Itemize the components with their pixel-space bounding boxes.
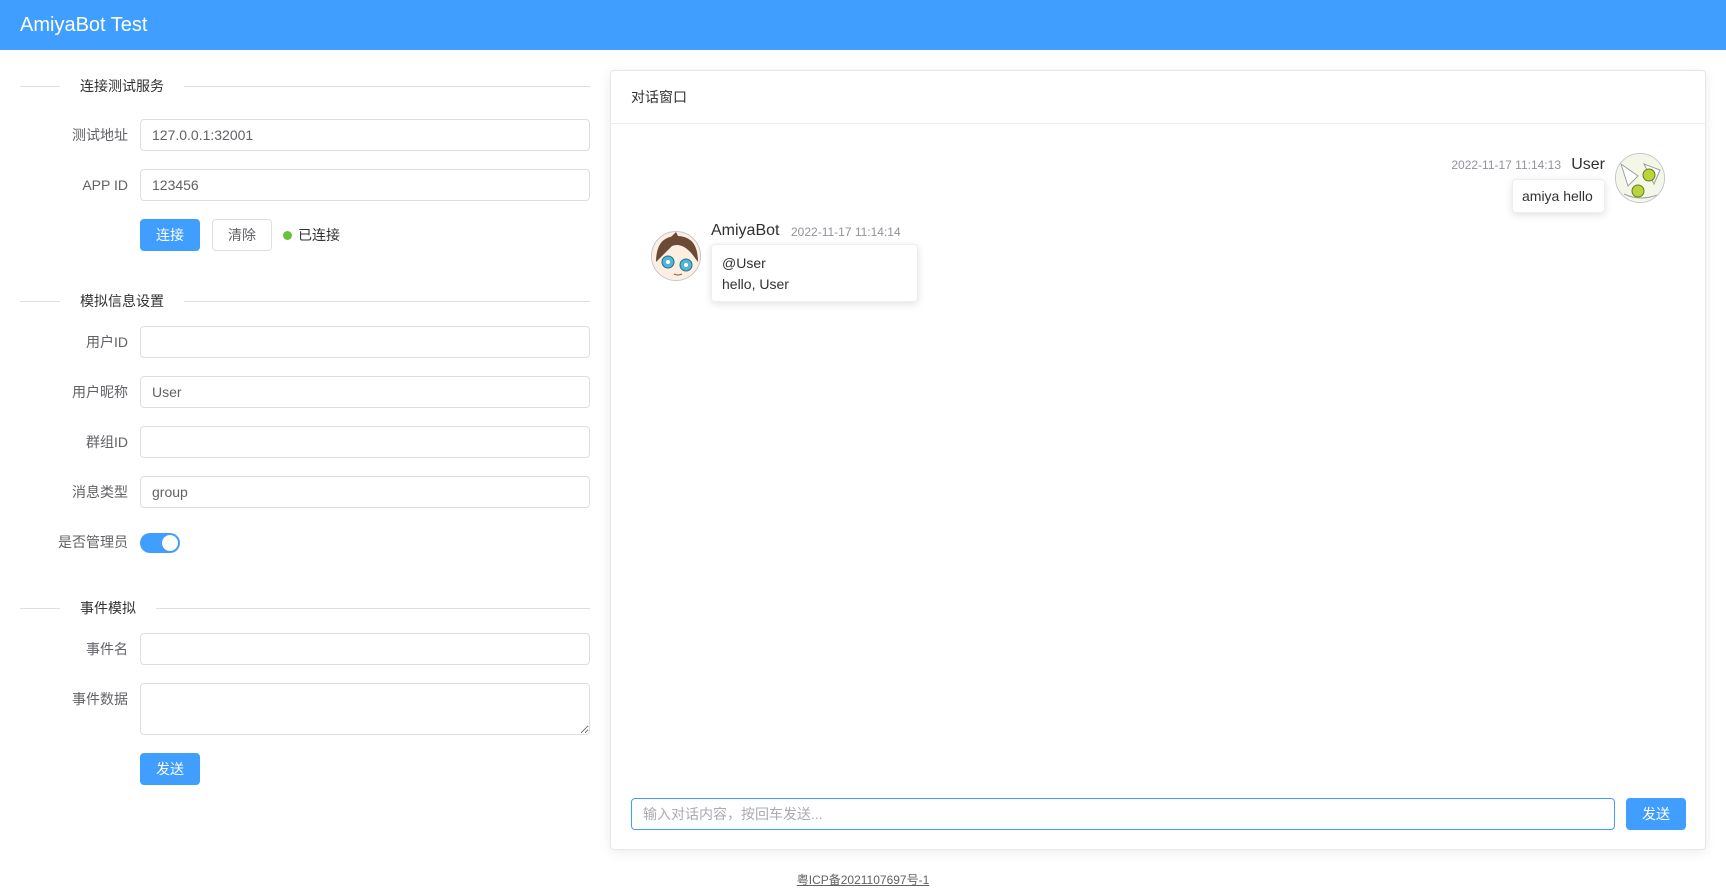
msg-type-label: 消息类型	[72, 484, 128, 500]
message-bubble: @User hello, User	[711, 244, 918, 302]
section-title-simulation: 模拟信息设置	[60, 291, 184, 311]
message-sender-name: User	[1571, 156, 1605, 173]
user-avatar	[1615, 153, 1665, 203]
chat-title: 对话窗口	[631, 89, 687, 105]
page-footer: 粤ICP备2021107697号-1	[0, 870, 1726, 890]
toggle-knob	[162, 535, 178, 551]
connection-status-text: 已连接	[298, 227, 340, 243]
message-time: 2022-11-17 11:14:13	[1451, 158, 1561, 172]
admin-toggle[interactable]	[140, 533, 180, 553]
app-title: AmiyaBot Test	[20, 14, 148, 36]
nickname-input[interactable]	[140, 376, 590, 408]
connection-status: 已连接	[283, 225, 340, 245]
form-row-group-id: 群组ID	[0, 426, 600, 458]
event-name-label: 事件名	[86, 641, 128, 657]
app-header: AmiyaBot Test	[0, 0, 1726, 50]
appid-label: APP ID	[82, 177, 128, 193]
section-title-connection: 连接测试服务	[60, 76, 184, 96]
event-name-input[interactable]	[140, 633, 590, 665]
event-data-textarea[interactable]	[140, 683, 590, 735]
address-label: 测试地址	[72, 127, 128, 143]
form-row-event-actions: 发送	[0, 753, 600, 785]
chat-send-button[interactable]: 发送	[1626, 798, 1686, 830]
message-bubble: amiya hello	[1512, 179, 1605, 213]
user-avatar-icon	[1616, 154, 1664, 202]
message-line: hello, User	[722, 276, 789, 292]
user-id-label: 用户ID	[86, 334, 128, 350]
status-dot-icon	[283, 231, 292, 240]
event-data-label: 事件数据	[72, 691, 128, 707]
message-line: amiya hello	[1522, 188, 1593, 204]
chat-card: 对话窗口 2022-11-17 11:14:13 User amiya hell…	[610, 70, 1706, 850]
section-divider-connection: 连接测试服务	[20, 76, 590, 96]
section-title-event: 事件模拟	[60, 598, 156, 618]
group-id-label: 群组ID	[86, 434, 128, 450]
section-divider-event: 事件模拟	[20, 598, 590, 618]
form-row-event-name: 事件名	[0, 633, 600, 665]
clear-button[interactable]: 清除	[212, 219, 272, 251]
chat-message-input[interactable]	[631, 798, 1615, 830]
chat-card-header: 对话窗口	[611, 71, 1705, 124]
form-row-connect-actions: 连接 清除 已连接	[0, 219, 600, 251]
connect-button[interactable]: 连接	[140, 219, 200, 251]
nickname-label: 用户昵称	[72, 384, 128, 400]
user-id-input[interactable]	[140, 326, 590, 358]
message-line: @User	[722, 255, 766, 271]
message-time: 2022-11-17 11:14:14	[791, 225, 901, 239]
msg-type-input[interactable]	[140, 476, 590, 508]
bot-avatar-icon	[652, 232, 700, 280]
group-id-input[interactable]	[140, 426, 590, 458]
settings-panel: 连接测试服务 测试地址 APP ID 连接 清除 已连接 模拟信息设置 用户ID…	[0, 50, 600, 850]
form-row-user-id: 用户ID	[0, 326, 600, 358]
bot-avatar	[651, 231, 701, 281]
form-row-address: 测试地址	[0, 119, 600, 151]
form-row-msg-type: 消息类型	[0, 476, 600, 508]
admin-label: 是否管理员	[58, 534, 128, 550]
section-divider-simulation: 模拟信息设置	[20, 291, 590, 311]
appid-input[interactable]	[140, 169, 590, 201]
form-row-admin: 是否管理员	[0, 526, 600, 558]
form-row-appid: APP ID	[0, 169, 600, 201]
address-input[interactable]	[140, 119, 590, 151]
form-row-nickname: 用户昵称	[0, 376, 600, 408]
form-row-event-data: 事件数据	[0, 683, 600, 735]
icp-link[interactable]: 粤ICP备2021107697号-1	[797, 873, 930, 887]
event-send-button[interactable]: 发送	[140, 753, 200, 785]
message-sender-name: AmiyaBot	[711, 222, 780, 239]
